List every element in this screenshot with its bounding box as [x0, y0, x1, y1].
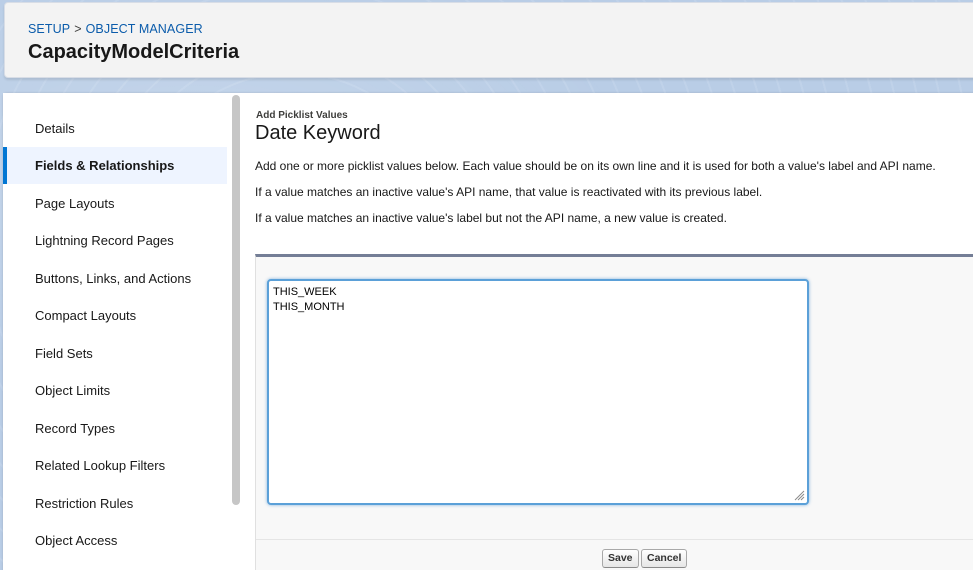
sidebar-item-label: Lightning Record Pages: [35, 233, 174, 248]
sidebar-item-record-types[interactable]: Record Types: [3, 410, 227, 447]
sidebar-item-label: Details: [35, 121, 75, 136]
sidebar-item-lightning-record-pages[interactable]: Lightning Record Pages: [3, 222, 227, 259]
sidebar-item-related-lookup-filters[interactable]: Related Lookup Filters: [3, 447, 227, 484]
sidebar-scrollbar-thumb[interactable]: [232, 95, 240, 505]
breadcrumb-object-manager-link[interactable]: OBJECT MANAGER: [86, 22, 203, 36]
section-subtitle: Add Picklist Values: [256, 110, 348, 121]
content-area: Details Fields & Relationships Page Layo…: [3, 93, 973, 570]
sidebar: Details Fields & Relationships Page Layo…: [3, 93, 232, 570]
description-line: If a value matches an inactive value's l…: [255, 211, 727, 225]
sidebar-item-object-limits[interactable]: Object Limits: [3, 372, 227, 409]
sidebar-item-compact-layouts[interactable]: Compact Layouts: [3, 297, 227, 334]
main-panel: Add Picklist Values Date Keyword Add one…: [255, 93, 973, 570]
picklist-values-field: [267, 279, 809, 505]
sidebar-item-label: Field Sets: [35, 346, 93, 361]
description-line: If a value matches an inactive value's A…: [255, 185, 763, 199]
sidebar-item-label: Related Lookup Filters: [35, 458, 166, 473]
breadcrumb: SETUP > OBJECT MANAGER: [28, 22, 203, 36]
resize-handle-icon[interactable]: [794, 490, 805, 501]
sidebar-item-label: Page Layouts: [35, 196, 115, 211]
save-button[interactable]: Save: [602, 549, 639, 568]
sidebar-item-buttons-links-actions[interactable]: Buttons, Links, and Actions: [3, 260, 227, 297]
button-bar: Save Cancel: [256, 539, 973, 570]
breadcrumb-setup-link[interactable]: SETUP: [28, 22, 70, 36]
field-title: Date Keyword: [255, 122, 381, 144]
sidebar-item-fields-relationships[interactable]: Fields & Relationships: [3, 147, 227, 184]
picklist-form-panel: Save Cancel: [255, 254, 973, 570]
sidebar-item-label: Fields & Relationships: [35, 158, 175, 173]
sidebar-item-label: Record Types: [35, 421, 115, 436]
sidebar-item-label: Object Access: [35, 533, 118, 548]
page-header: SETUP > OBJECT MANAGER CapacityModelCriter…: [4, 2, 973, 78]
breadcrumb-separator: >: [74, 22, 82, 36]
sidebar-item-label: Restriction Rules: [35, 496, 134, 511]
sidebar-item-details[interactable]: Details: [3, 110, 227, 147]
sidebar-item-object-access[interactable]: Object Access: [3, 522, 227, 559]
sidebar-item-restriction-rules[interactable]: Restriction Rules: [3, 485, 227, 522]
cancel-button[interactable]: Cancel: [641, 549, 688, 568]
picklist-values-textarea[interactable]: [269, 281, 807, 503]
sidebar-item-label: Object Limits: [35, 383, 111, 398]
sidebar-item-label: Compact Layouts: [35, 308, 137, 323]
description-line: Add one or more picklist values below. E…: [255, 159, 936, 173]
sidebar-item-label: Buttons, Links, and Actions: [35, 271, 192, 286]
sidebar-item-page-layouts[interactable]: Page Layouts: [3, 185, 227, 222]
page-title: CapacityModelCriteria: [28, 41, 240, 63]
sidebar-item-field-sets[interactable]: Field Sets: [3, 335, 227, 372]
